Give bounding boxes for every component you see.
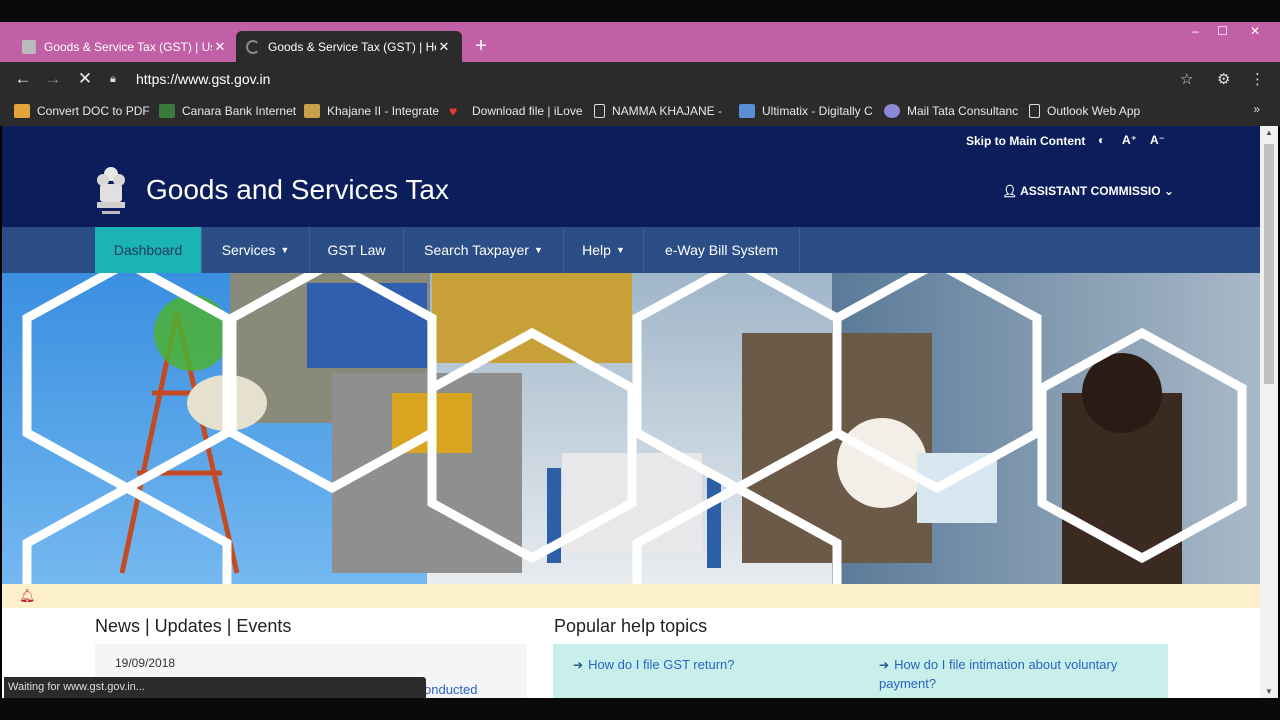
tab-title: Goods & Service Tax (GST) | User bbox=[44, 39, 212, 54]
stop-loading-icon[interactable]: ✕ bbox=[74, 69, 96, 89]
circle-arrow-right-icon: ➔ bbox=[879, 658, 890, 672]
utility-bar: Skip to Main Content ◐ A⁺ A⁻ bbox=[2, 126, 1260, 156]
bookmarks-overflow-icon[interactable]: » bbox=[1253, 102, 1260, 116]
help-link-file-return[interactable]: ➔ How do I file GST return? bbox=[573, 657, 735, 672]
user-menu[interactable]: 👤︎ ASSISTANT COMMISSIO ⌄ bbox=[1002, 184, 1174, 198]
user-icon: 👤︎ bbox=[1002, 184, 1018, 198]
industry-collage-image bbox=[2, 273, 1260, 584]
circle-arrow-right-icon: ➔ bbox=[573, 658, 584, 672]
browser-tab-strip: Goods & Service Tax (GST) | User ✕ Goods… bbox=[0, 22, 1280, 62]
nav-services[interactable]: Services ▼ bbox=[202, 227, 310, 273]
nav-dashboard[interactable]: Dashboard bbox=[95, 227, 202, 273]
bookmark-item[interactable]: Canara Bank Internet bbox=[159, 104, 304, 118]
help-topics-box: ➔ How do I file GST return? ➔ How do I fil… bbox=[553, 644, 1168, 698]
page-icon bbox=[1029, 104, 1040, 118]
bookmarks-bar: Convert DOC to PDF Canara Bank Internet … bbox=[0, 96, 1280, 126]
doc-icon bbox=[14, 104, 30, 118]
nav-help[interactable]: Help ▼ bbox=[564, 227, 644, 273]
browser-tab-home[interactable]: Goods & Service Tax (GST) | Hom ✕ bbox=[236, 31, 462, 62]
loading-spinner-icon bbox=[246, 39, 260, 54]
screen-bottom-edge bbox=[0, 698, 1280, 720]
nav-gst-law[interactable]: GST Law bbox=[310, 227, 404, 273]
menu-kebab-icon[interactable]: ⋮ bbox=[1250, 70, 1265, 88]
scroll-up-arrow-icon[interactable]: ▲ bbox=[1265, 128, 1273, 137]
bookmark-star-icon[interactable]: ☆ bbox=[1180, 70, 1193, 88]
browser-toolbar: ← → ✕ 🔒︎ https://www.gst.gov.in ☆ ⚙ ⋮ bbox=[0, 62, 1280, 96]
bookmark-item[interactable]: Mail Tata Consultanc bbox=[884, 104, 1029, 118]
chevron-down-icon: ⌄ bbox=[1163, 184, 1174, 198]
url-text: https://www.gst.gov.in bbox=[136, 71, 271, 87]
bookmark-item[interactable]: Outlook Web App bbox=[1029, 104, 1174, 118]
caret-down-icon: ▼ bbox=[533, 245, 543, 255]
window-maximize-button[interactable]: ☐ bbox=[1217, 24, 1228, 38]
new-tab-button[interactable]: + bbox=[470, 35, 492, 58]
nav-eway-bill[interactable]: e-Way Bill System bbox=[644, 227, 800, 273]
contrast-toggle-icon[interactable]: ◐ bbox=[1098, 133, 1105, 147]
gst-favicon-icon bbox=[22, 39, 36, 54]
news-date: 19/09/2018 bbox=[115, 656, 176, 670]
extension-icon[interactable]: ⚙ bbox=[1217, 70, 1230, 88]
forward-arrow-icon[interactable]: → bbox=[42, 69, 64, 89]
khajane-icon bbox=[304, 104, 320, 118]
font-decrease-button[interactable]: A⁻ bbox=[1150, 133, 1165, 147]
site-header: Goods and Services Tax 👤︎ ASSISTANT COMM… bbox=[2, 156, 1260, 227]
skip-to-main-link[interactable]: Skip to Main Content bbox=[966, 134, 1085, 148]
ultimatix-icon bbox=[739, 104, 755, 118]
browser-tab-user[interactable]: Goods & Service Tax (GST) | User ✕ bbox=[12, 31, 238, 62]
scroll-down-arrow-icon[interactable]: ▼ bbox=[1265, 687, 1273, 696]
caret-down-icon: ▼ bbox=[280, 245, 290, 255]
screen-top-edge bbox=[0, 0, 1280, 22]
news-section-title: News | Updates | Events bbox=[95, 616, 292, 636]
bookmark-item[interactable]: NAMMA KHAJANE - bbox=[594, 104, 739, 118]
browser-status-bubble: Waiting for www.gst.gov.in... bbox=[4, 677, 426, 698]
lock-icon: 🔒︎ bbox=[110, 72, 116, 85]
bell-icon: 🔔︎ bbox=[19, 588, 36, 603]
help-section-title: Popular help topics bbox=[554, 616, 708, 636]
caret-down-icon: ▼ bbox=[615, 245, 625, 255]
nav-search-taxpayer[interactable]: Search Taxpayer ▼ bbox=[404, 227, 564, 273]
font-increase-button[interactable]: A⁺ bbox=[1122, 133, 1137, 147]
tab-close-icon[interactable]: ✕ bbox=[436, 39, 452, 55]
site-title[interactable]: Goods and Services Tax bbox=[146, 174, 449, 206]
bookmark-item[interactable]: Convert DOC to PDF bbox=[14, 104, 159, 118]
announcement-bar: 🔔︎ bbox=[2, 584, 1260, 608]
bookmark-item[interactable]: Khajane II - Integrate bbox=[304, 104, 449, 118]
page-viewport: Skip to Main Content ◐ A⁺ A⁻ Goods and S… bbox=[2, 126, 1260, 698]
heart-icon: ♥ bbox=[449, 104, 458, 118]
help-link-voluntary-payment[interactable]: ➔ How do I file intimation about voluntar… bbox=[879, 657, 1117, 672]
window-minimize-button[interactable]: – bbox=[1192, 24, 1199, 38]
window-close-button[interactable]: ✕ bbox=[1250, 24, 1260, 38]
back-arrow-icon[interactable]: ← bbox=[12, 69, 34, 89]
news-item-link[interactable]: onducted bbox=[424, 682, 478, 697]
bookmark-item[interactable]: ♥ Download file | iLove bbox=[449, 104, 594, 118]
user-name: ASSISTANT COMMISSIO bbox=[1020, 184, 1161, 198]
page-scrollbar[interactable]: ▲ ▼ bbox=[1260, 126, 1278, 698]
help-link-voluntary-payment-cont[interactable]: payment? bbox=[879, 676, 936, 691]
page-icon bbox=[594, 104, 605, 118]
canara-icon bbox=[159, 104, 175, 118]
scrollbar-thumb[interactable] bbox=[1264, 144, 1274, 384]
address-bar[interactable]: 🔒︎ https://www.gst.gov.in bbox=[110, 66, 1210, 92]
bookmark-item[interactable]: Ultimatix - Digitally C bbox=[739, 104, 884, 118]
main-navigation: Dashboard Services ▼ GST Law Search Taxpa… bbox=[2, 227, 1260, 273]
tab-close-icon[interactable]: ✕ bbox=[212, 39, 228, 55]
tab-title: Goods & Service Tax (GST) | Hom bbox=[268, 39, 436, 54]
hero-banner bbox=[2, 273, 1260, 584]
national-emblem-icon bbox=[97, 167, 125, 214]
mail-icon bbox=[884, 104, 900, 118]
